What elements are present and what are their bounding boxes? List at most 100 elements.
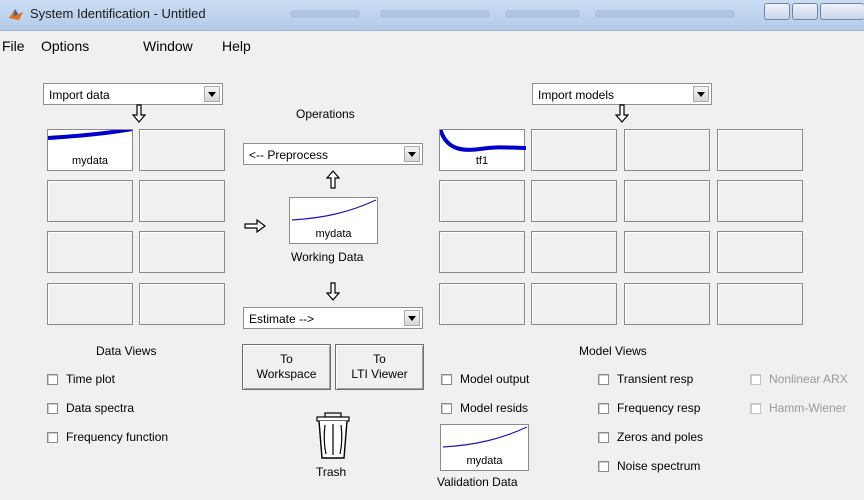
checkbox-label: Zeros and poles [617,430,704,444]
data-tile-empty[interactable] [139,231,225,273]
checkbox-box[interactable] [598,460,609,472]
zeros-and-poles-checkbox[interactable]: Zeros and poles [598,430,703,444]
checkbox-label: Hamm-Wiener [769,401,847,415]
trash-icon[interactable] [313,412,353,462]
title-bar: System Identification - Untitled [0,0,864,31]
checkbox-label: Time plot [66,372,115,386]
menu-help[interactable]: Help [222,38,251,54]
frequency-function-checkbox[interactable]: Frequency function [47,430,168,444]
checkbox-box[interactable] [598,373,609,385]
checkbox-box[interactable] [750,373,761,385]
minimize-button[interactable] [764,3,790,20]
import-data-dropdown[interactable]: Import data [43,83,223,105]
model-tile-empty[interactable] [531,283,617,325]
checkbox-box[interactable] [750,402,761,414]
validation-data-caption: Validation Data [437,475,518,489]
model-tile-empty[interactable] [439,283,525,325]
model-tile-empty[interactable] [717,231,803,273]
checkbox-box[interactable] [47,431,58,443]
checkbox-box[interactable] [598,431,609,443]
model-tile-empty[interactable] [439,231,525,273]
data-tile-empty[interactable] [47,180,133,222]
down-arrow-icon [326,282,340,301]
data-tile-label: mydata [71,155,109,167]
model-views-title: Model Views [579,344,647,358]
model-tile-tf1[interactable]: tf1 [439,129,526,171]
checkbox-box[interactable] [441,373,452,385]
data-tile-empty[interactable] [139,283,225,325]
data-tile-empty[interactable] [139,180,225,222]
checkbox-box[interactable] [441,402,452,414]
chevron-down-icon[interactable] [404,310,420,326]
model-output-checkbox[interactable]: Model output [441,372,529,386]
model-tile-empty[interactable] [624,129,710,171]
window-title: System Identification - Untitled [30,6,206,21]
chevron-down-icon[interactable] [693,86,709,102]
data-tile-empty[interactable] [47,283,133,325]
blurred-area [290,10,360,18]
data-tile-empty[interactable] [139,129,225,171]
up-arrow-icon [326,170,340,189]
chevron-down-icon[interactable] [404,146,420,162]
down-arrow-icon [132,104,146,123]
menu-window[interactable]: Window [143,38,193,54]
model-tile-label: tf1 [475,155,489,167]
model-tile-empty[interactable] [439,180,525,222]
menu-file[interactable]: File [2,38,25,54]
model-tile-empty[interactable] [624,283,710,325]
estimate-dropdown[interactable]: Estimate --> [243,307,423,329]
trash-label: Trash [316,465,347,479]
preprocess-dropdown[interactable]: <-- Preprocess [243,143,423,165]
model-tile-empty[interactable] [531,129,617,171]
checkbox-label: Model resids [460,401,529,415]
checkbox-label: Frequency function [66,430,169,444]
data-spectra-checkbox[interactable]: Data spectra [47,401,134,415]
matlab-icon [9,9,23,20]
working-data-tile[interactable]: mydata [289,197,378,244]
maximize-button[interactable] [792,3,818,20]
frequency-resp-checkbox[interactable]: Frequency resp [598,401,700,415]
working-data-caption: Working Data [291,250,364,264]
blurred-area [595,10,735,18]
data-views-title: Data Views [96,344,157,358]
close-button[interactable] [820,3,864,20]
import-models-dropdown[interactable]: Import models [532,83,712,105]
model-tile-empty[interactable] [717,129,803,171]
checkbox-label: Nonlinear ARX [769,372,848,386]
checkbox-label: Data spectra [66,401,135,415]
transient-resp-checkbox[interactable]: Transient resp [598,372,693,386]
noise-spectrum-checkbox[interactable]: Noise spectrum [598,459,700,473]
preprocess-label: <-- Preprocess [249,148,329,162]
to-lti-viewer-button[interactable]: To LTI Viewer [335,344,424,390]
model-tile-empty[interactable] [531,231,617,273]
model-tile-empty[interactable] [717,283,803,325]
menu-bar: File Options Window Help [0,31,864,57]
checkbox-box[interactable] [47,373,58,385]
to-workspace-button[interactable]: To Workspace [242,344,331,390]
blurred-area [380,10,490,18]
right-arrow-icon [244,219,266,233]
checkbox-box[interactable] [47,402,58,414]
hamm-wiener-checkbox[interactable]: Hamm-Wiener [750,401,846,415]
model-tile-empty[interactable] [624,231,710,273]
time-plot-checkbox[interactable]: Time plot [47,372,115,386]
nonlinear-arx-checkbox[interactable]: Nonlinear ARX [750,372,848,386]
import-data-label: Import data [49,88,110,102]
menu-options[interactable]: Options [41,38,89,54]
data-tile-empty[interactable] [47,231,133,273]
working-data-tile-label: mydata [315,228,352,240]
model-tile-empty[interactable] [624,180,710,222]
validation-data-tile[interactable]: mydata [440,424,529,471]
model-tile-empty[interactable] [531,180,617,222]
chevron-down-icon[interactable] [204,86,220,102]
import-models-label: Import models [538,88,615,102]
checkbox-label: Transient resp [617,372,694,386]
model-resids-checkbox[interactable]: Model resids [441,401,528,415]
model-tile-empty[interactable] [717,180,803,222]
data-tile-mydata[interactable]: mydata [47,129,133,171]
checkbox-box[interactable] [598,402,609,414]
blurred-area [505,10,580,18]
checkbox-label: Frequency resp [617,401,701,415]
checkbox-label: Noise spectrum [617,459,701,473]
estimate-label: Estimate --> [249,312,315,326]
